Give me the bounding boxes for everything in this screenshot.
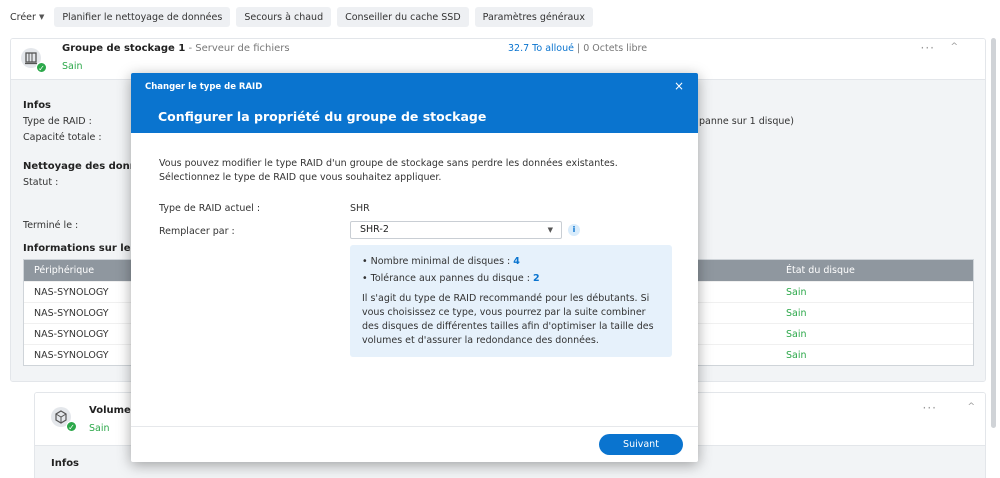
info-icon[interactable]: i [568, 224, 580, 236]
toolbar: Créer ▼ Planifier le nettoyage de donnée… [0, 0, 1000, 34]
device-cell: NAS-SYNOLOGY [34, 328, 109, 340]
raid-type-label: Type de RAID : [23, 116, 92, 127]
dialog-window-title: Changer le type de RAID [145, 82, 263, 92]
state-cell: Sain [786, 328, 807, 340]
replace-with-label: Remplacer par : [159, 226, 235, 237]
chevron-down-icon: ▼ [38, 13, 45, 21]
col-state-header[interactable]: État du disque [786, 265, 855, 276]
dialog-title: Configurer la propriété du groupe de sto… [158, 109, 487, 124]
pool-status: Sain [62, 61, 83, 72]
page-scrollbar[interactable] [991, 38, 996, 428]
fault-tolerance-item: • Tolérance aux pannes du disque : 2 [362, 273, 540, 284]
info-section-title: Infos [23, 100, 52, 111]
raid-type-value-tail: panne sur 1 disque) [699, 116, 794, 127]
fault-tolerance-label: Tolérance aux pannes du disque : [370, 273, 533, 284]
volume-status: Sain [89, 423, 110, 434]
dialog-description: Vous pouvez modifier le type RAID d'un g… [159, 158, 618, 183]
close-icon[interactable]: × [674, 79, 684, 93]
min-disks-label: Nombre minimal de disques : [370, 256, 514, 267]
state-cell: Sain [786, 349, 807, 361]
device-cell: NAS-SYNOLOGY [34, 286, 109, 298]
volume-info-title: Infos [51, 458, 80, 469]
min-disks-value: 4 [513, 256, 520, 267]
ssd-advisor-button[interactable]: Conseiller du cache SSD [337, 7, 469, 27]
min-disks-item: • Nombre minimal de disques : 4 [362, 256, 520, 267]
chevron-down-icon: ▼ [547, 226, 553, 234]
scrub-status-label: Statut : [23, 177, 59, 188]
hot-spare-button[interactable]: Secours à chaud [236, 7, 332, 27]
collapse-chevron-icon[interactable]: ^ [950, 42, 958, 52]
volume-title: Volume [89, 405, 131, 416]
pool-subtitle: - Serveur de fichiers [185, 43, 290, 54]
more-options-icon[interactable]: ··· [923, 401, 937, 415]
device-cell: NAS-SYNOLOGY [34, 349, 109, 361]
next-button[interactable]: Suivant [599, 434, 683, 455]
current-raid-value: SHR [350, 203, 370, 214]
change-raid-dialog: Changer le type de RAID × Configurer la … [131, 73, 698, 462]
raid-info-box: • Nombre minimal de disques : 4 • Toléra… [350, 245, 672, 357]
col-device-header[interactable]: Périphérique [34, 265, 94, 276]
create-label: Créer [10, 11, 36, 23]
state-cell: Sain [786, 307, 807, 319]
pool-allocation: 32.7 To alloué | 0 Octets libre [508, 43, 647, 54]
allocated-link[interactable]: 32.7 To alloué [508, 43, 574, 54]
free-space: | 0 Octets libre [573, 43, 648, 54]
healthy-check-icon: ✓ [36, 62, 47, 73]
healthy-check-icon: ✓ [66, 421, 77, 432]
finished-label: Terminé le : [23, 220, 79, 231]
scrub-section-title: Nettoyage des donné [23, 161, 144, 172]
total-capacity-label: Capacité totale : [23, 132, 102, 143]
raid-type-selected: SHR-2 [360, 224, 389, 235]
current-raid-label: Type de RAID actuel : [159, 203, 261, 214]
pool-name: Groupe de stockage 1 [62, 43, 186, 54]
state-cell: Sain [786, 286, 807, 298]
create-menu-button[interactable]: Créer ▼ [10, 7, 48, 27]
fault-tolerance-value: 2 [532, 273, 540, 284]
general-settings-button[interactable]: Paramètres généraux [474, 7, 593, 27]
dialog-footer: Suivant [131, 426, 698, 462]
drive-info-title: Informations sur le d [23, 243, 142, 254]
collapse-chevron-icon[interactable]: ^ [967, 402, 975, 412]
raid-type-select[interactable]: SHR-2 ▼ [350, 221, 562, 239]
schedule-scrub-button[interactable]: Planifier le nettoyage de données [54, 7, 231, 27]
pool-title: Groupe de stockage 1 - Serveur de fichie… [62, 43, 290, 54]
dialog-header: Changer le type de RAID × Configurer la … [131, 73, 698, 133]
more-options-icon[interactable]: ··· [921, 41, 935, 55]
device-cell: NAS-SYNOLOGY [34, 307, 109, 319]
raid-info-text: Il s'agit du type de RAID recommandé pou… [362, 293, 654, 346]
